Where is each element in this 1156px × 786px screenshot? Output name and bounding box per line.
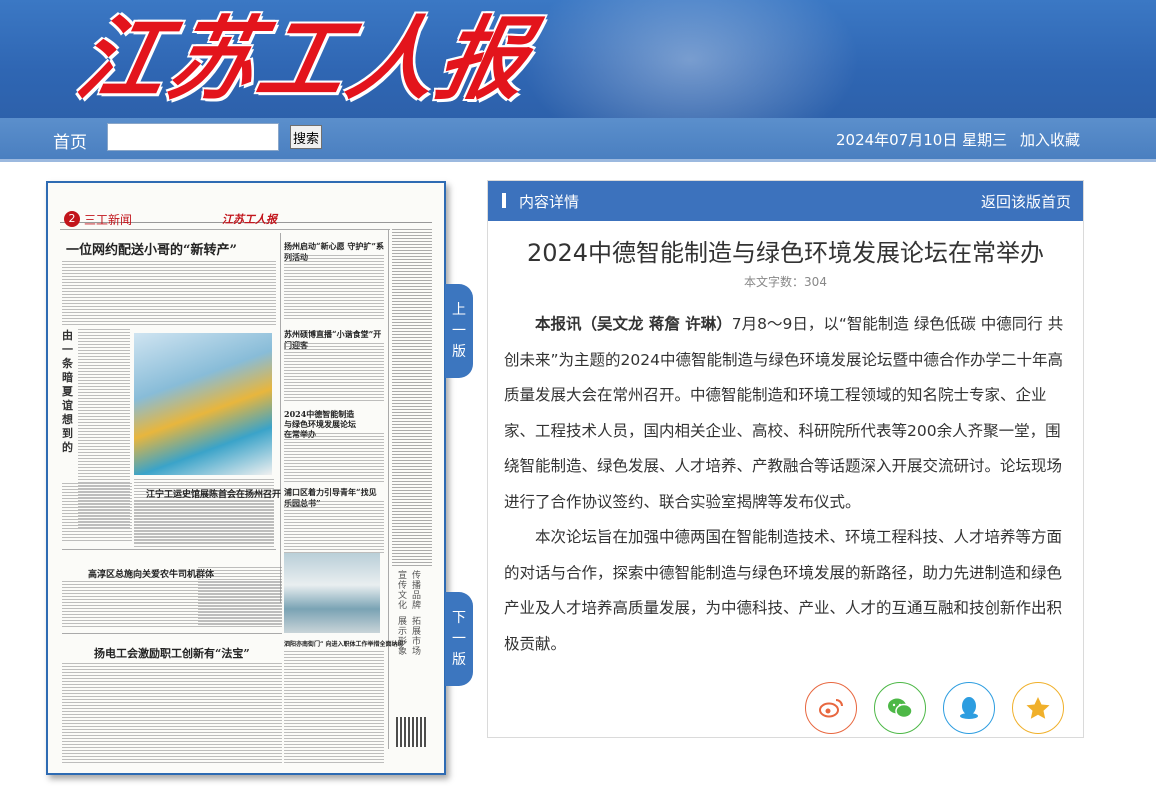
article-panel-header: 内容详情 返回该版首页 [488,181,1083,221]
paper-headline-1[interactable]: 一位网约配送小哥的“新转产” [66,239,237,258]
paper-photo-delivery[interactable] [134,333,272,475]
paper-ad-block[interactable]: 宣传文化 传播品牌 展示形象 拓展市场 [392,571,432,767]
article-body: 本报讯（吴文龙 蒋詹 许琳）7月8～9日，以“智能制造 绿色低碳 中德同行 共创… [504,307,1068,662]
current-date: 2024年07月10日 星期三 [836,131,1008,149]
search-input[interactable] [107,123,279,151]
article-paragraph-1: 本报讯（吴文龙 蒋詹 许琳）7月8～9日，以“智能制造 绿色低碳 中德同行 共创… [504,315,1064,511]
add-favorite-link[interactable]: 加入收藏 [1020,129,1080,150]
paper-section-name: 三工新闻 [84,213,133,227]
article-title: 2024中德智能制造与绿色环境发展论坛在常举办 [526,239,1045,267]
qq-share-icon[interactable] [943,682,995,734]
article-panel: 内容详情 返回该版首页 2024中德智能制造与绿色环境发展论坛在常举办 本文字数… [487,180,1084,738]
header-banner: 江 苏 工 人 报 [0,0,1156,118]
paper-headline-8[interactable]: 扬电工会激励职工创新有“法宝” [94,645,250,661]
panel-title: 内容详情 [519,193,580,211]
qr-code [396,717,426,747]
article-word-count: 本文字数：304 [744,275,827,289]
weibo-share-icon[interactable] [805,682,857,734]
nav-bar: 首页 搜索 2024年07月10日 星期三 加入收藏 [0,118,1156,162]
site-logo[interactable]: 江 苏 工 人 报 [69,4,538,116]
wechat-share-icon[interactable] [874,682,926,734]
newspaper-page-image[interactable]: 2 三工新闻 江苏工人报 一位网约配送小哥的“新转产” 由一条暗夏谊想到的 扬州… [46,181,446,775]
article-paragraph-2: 本次论坛旨在加强中德两国在智能制造技术、环境工程科技、人才培养等方面的对话与合作… [504,528,1063,653]
paper-headline-5[interactable]: 江宁工运史馆展陈首会在扬州召开 [146,487,281,500]
qzone-share-icon[interactable] [1012,682,1064,734]
paper-page-header: 2 三工新闻 江苏工人报 [60,207,432,227]
paper-side-heading[interactable]: 由一条暗夏谊想到的 [62,329,76,455]
back-to-page-link[interactable]: 返回该版首页 [981,191,1071,212]
nav-home-link[interactable]: 首页 [53,128,87,153]
paper-page-number: 2 [64,211,80,227]
paper-headline-7[interactable]: 高淳区总施向关爱农牛司机群体 [88,567,214,580]
paper-photo-lab[interactable] [284,553,380,633]
search-button[interactable]: 搜索 [290,125,322,149]
paper-masthead: 江苏工人报 [222,213,277,226]
article-byline: 本报讯（吴文龙 蒋詹 许琳） [535,315,732,333]
next-page-tab[interactable]: 下 一 版 [445,592,473,686]
previous-page-tab[interactable]: 上 一 版 [445,284,473,378]
